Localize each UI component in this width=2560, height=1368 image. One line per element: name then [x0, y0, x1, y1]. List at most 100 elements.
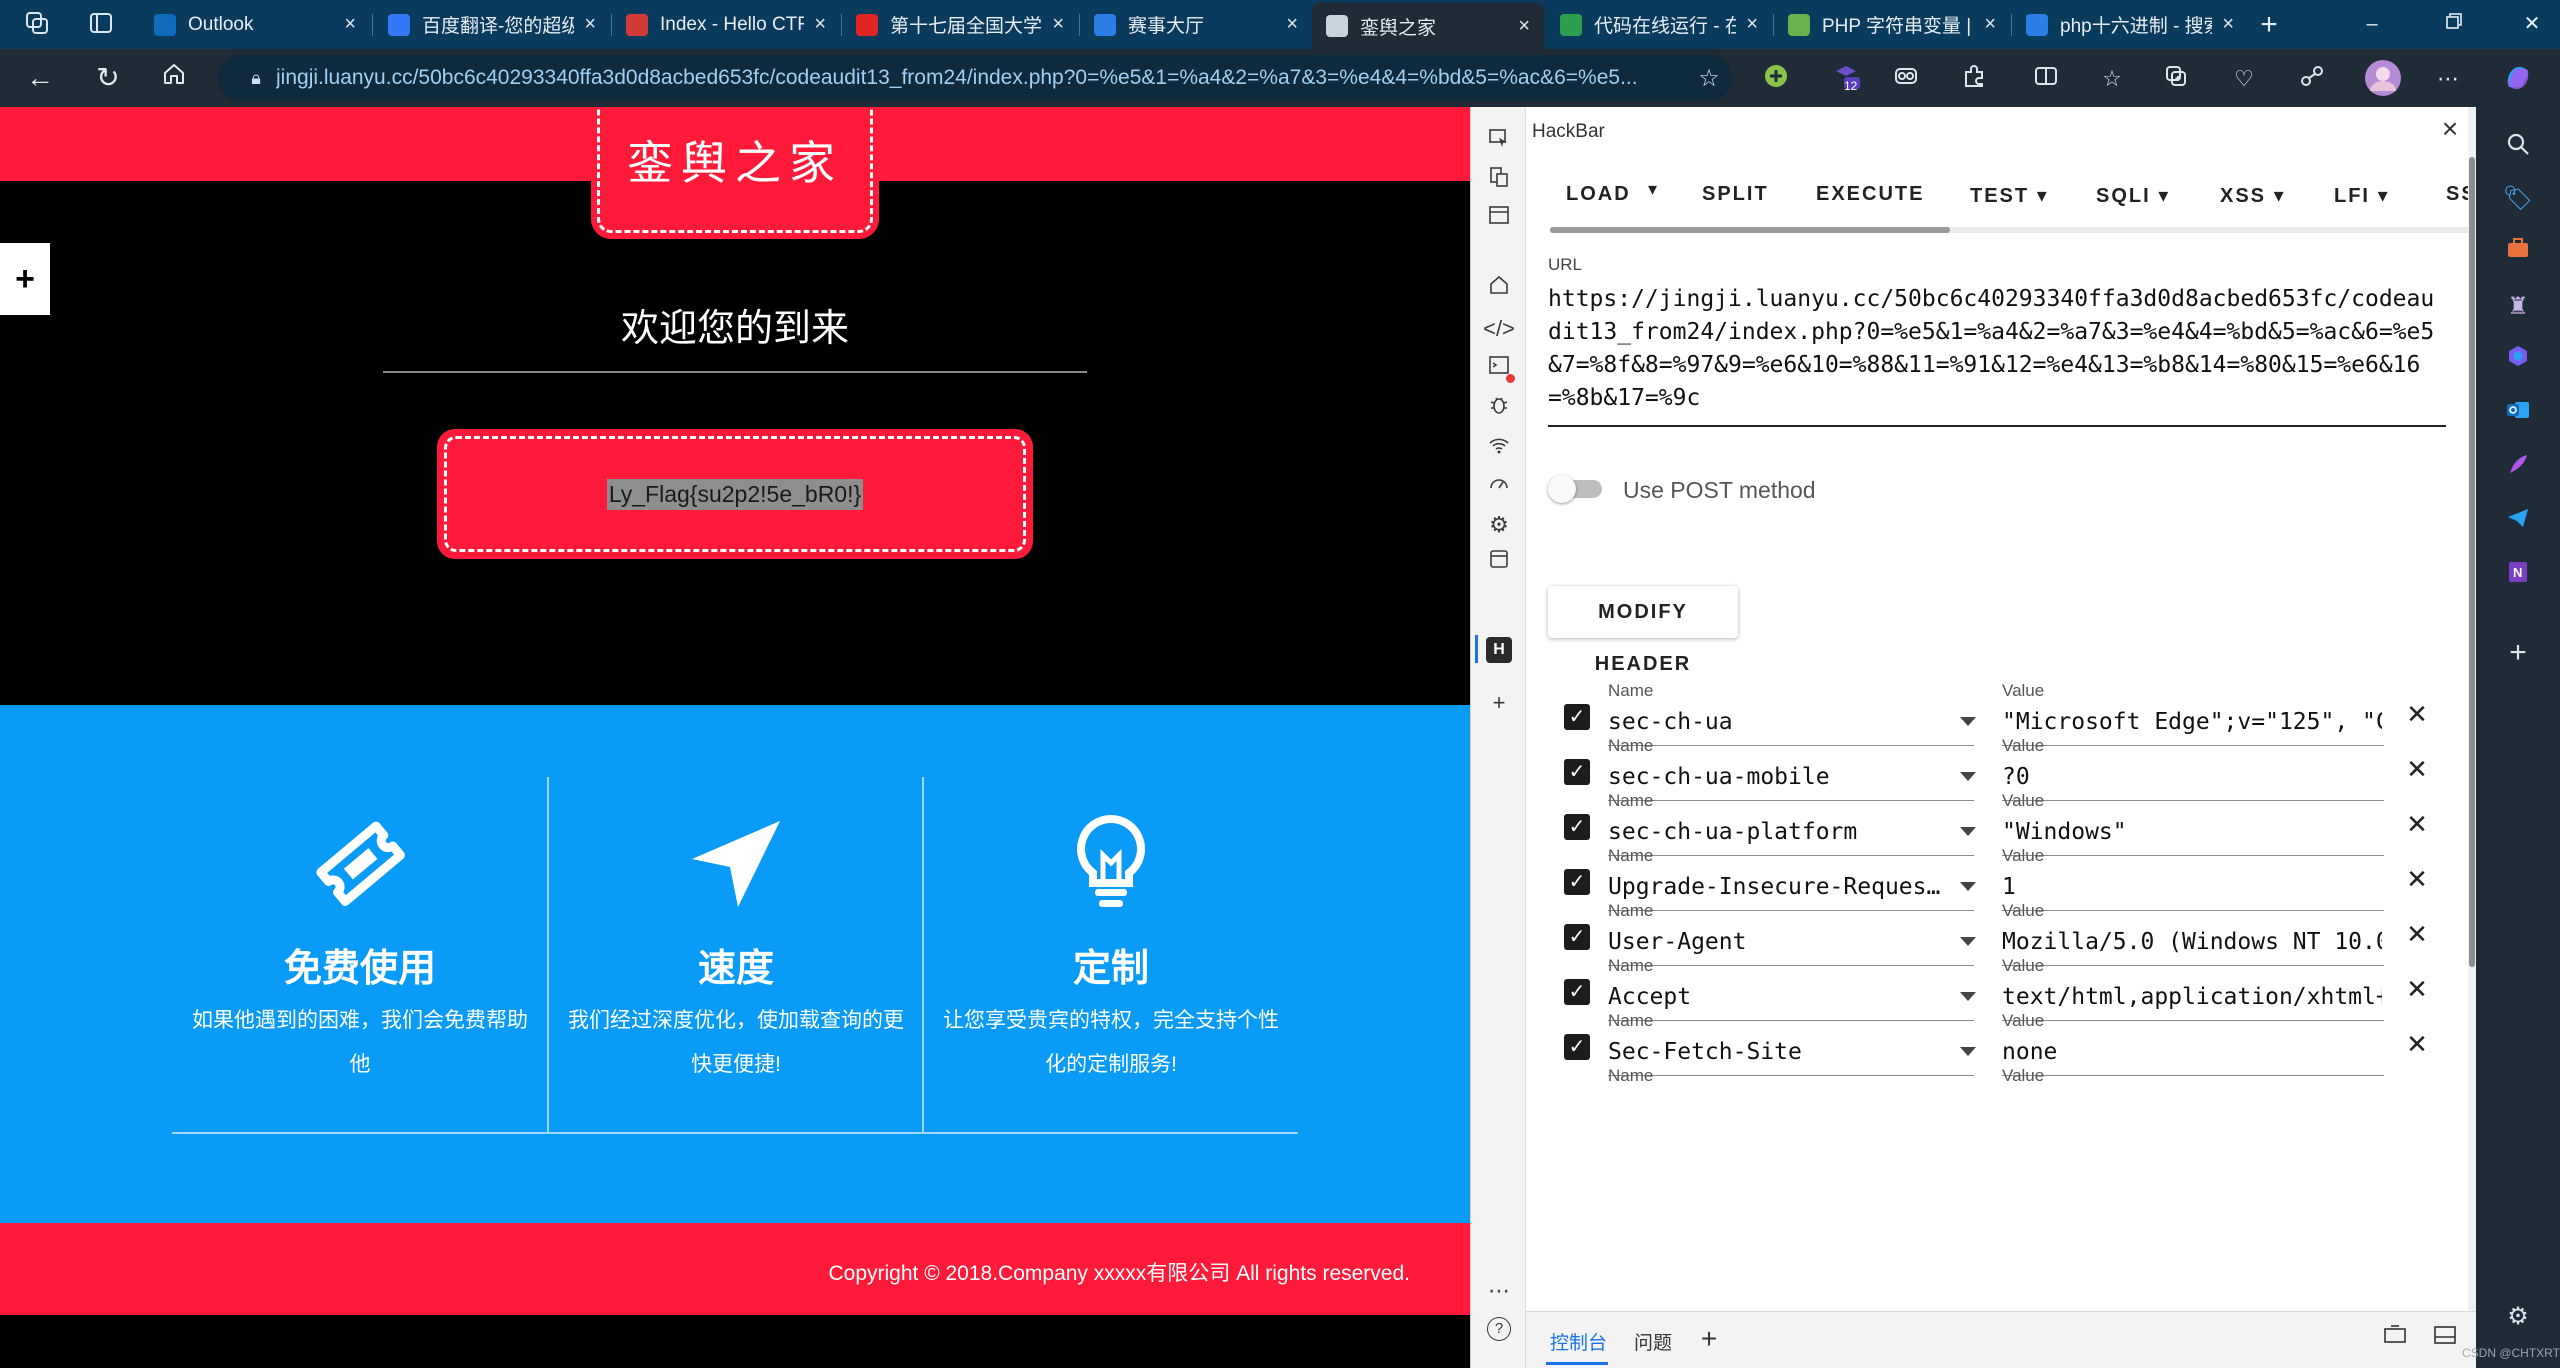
header-enabled-checkbox[interactable]: ✓ [1564, 759, 1590, 785]
memory-chip-icon[interactable]: ⚙ [1483, 509, 1515, 541]
tab-code-runner[interactable]: 代码在线运行 - 在线工具 × [1546, 4, 1772, 45]
games-chess-icon[interactable]: ♜ [2500, 289, 2536, 325]
post-method-toggle[interactable] [1548, 475, 1604, 503]
menu-scrollbar-thumb[interactable] [1550, 227, 1950, 233]
close-panel-icon[interactable]: × [2434, 113, 2466, 145]
remove-header-icon[interactable]: ✕ [2402, 974, 2432, 1004]
header-name-input[interactable]: Upgrade-Insecure-Requests [1608, 874, 1948, 900]
header-value-input[interactable]: "Windows" [2002, 819, 2382, 845]
header-name-input[interactable]: sec-ch-ua-platform [1608, 819, 1948, 845]
hackbar-scrollbar[interactable] [2468, 107, 2476, 1311]
header-name-input[interactable]: User-Agent [1608, 929, 1948, 955]
tab-close-icon[interactable]: × [1518, 15, 1530, 38]
remove-header-icon[interactable]: ✕ [2402, 1029, 2432, 1059]
restore-icon[interactable] [2434, 6, 2474, 42]
header-enabled-checkbox[interactable]: ✓ [1564, 869, 1590, 895]
console-icon[interactable] [1483, 353, 1515, 385]
hackbar-scrollbar-thumb[interactable] [2469, 157, 2475, 967]
extension-plus-icon[interactable] [1760, 63, 1792, 95]
tab-hello-ctf[interactable]: Index - Hello CTF × [612, 4, 840, 45]
address-bar[interactable]: 🔒︎ jingji.luanyu.cc/50bc6c40293340ffa3d0… [218, 55, 1732, 101]
elements-code-icon[interactable]: </> [1483, 313, 1515, 345]
header-enabled-checkbox[interactable]: ✓ [1564, 1034, 1590, 1060]
tab-close-icon[interactable]: × [814, 13, 826, 36]
microsoft-365-icon[interactable] [2500, 343, 2536, 379]
application-panel-icon[interactable] [1483, 547, 1515, 579]
header-name-input[interactable]: sec-ch-ua [1608, 709, 1948, 735]
header-value-input[interactable]: text/html,application/xhtml+xml [2002, 984, 2382, 1010]
send-telegram-icon[interactable] [2500, 505, 2536, 541]
tab-close-icon[interactable]: × [2222, 13, 2234, 36]
header-value-input[interactable]: ?0 [2002, 764, 2382, 790]
tab-console[interactable]: 控制台 [1550, 1328, 1607, 1355]
header-name-input[interactable]: Accept [1608, 984, 1948, 1010]
remove-header-icon[interactable]: ✕ [2402, 864, 2432, 894]
url-textarea[interactable]: https://jingji.luanyu.cc/50bc6c40293340f… [1548, 283, 2448, 415]
remove-header-icon[interactable]: ✕ [2402, 809, 2432, 839]
sidebar-settings-icon[interactable]: ⚙ [2500, 1299, 2536, 1335]
tab-issues[interactable]: 问题 [1634, 1328, 1672, 1355]
tab-close-icon[interactable]: × [1984, 13, 1996, 36]
tab-close-icon[interactable]: × [344, 13, 356, 36]
remove-header-icon[interactable]: ✕ [2402, 699, 2432, 729]
tab-php-hex-search[interactable]: php十六进制 - 搜索 × [2012, 4, 2248, 45]
tab-competition-pdf[interactable]: 第十七届全国大学生信息安全竞赛 × [842, 4, 1078, 45]
load-button[interactable]: LOAD [1566, 183, 1631, 206]
tab-close-icon[interactable]: × [584, 13, 596, 36]
tools-briefcase-icon[interactable] [2500, 235, 2536, 271]
extensions-puzzle-icon[interactable] [1958, 63, 1990, 95]
outlook-icon[interactable] [2500, 397, 2536, 433]
tab-close-icon[interactable]: × [1052, 13, 1064, 36]
browser-essentials-icon[interactable]: ♡ [2228, 63, 2260, 95]
debugger-bug-icon[interactable] [1483, 393, 1515, 425]
profile-avatar[interactable] [2364, 59, 2402, 97]
favorite-star-icon[interactable]: ☆ [1686, 64, 1732, 93]
network-wifi-icon[interactable] [1483, 433, 1515, 465]
header-name-input[interactable]: sec-ch-ua-mobile [1608, 764, 1948, 790]
remove-header-icon[interactable]: ✕ [2402, 919, 2432, 949]
help-icon[interactable]: ? [1487, 1317, 1511, 1341]
welcome-panel-icon[interactable] [1483, 203, 1515, 235]
add-tool-icon[interactable]: + [1483, 687, 1515, 719]
menu-scrollbar[interactable] [1550, 227, 2474, 233]
designer-icon[interactable] [2500, 451, 2536, 487]
header-name-dropdown-icon[interactable] [1960, 717, 1976, 726]
tab-luanyu-active[interactable]: 銮舆之家 × [1312, 3, 1544, 49]
header-name-input[interactable]: Sec-Fetch-Site [1608, 1039, 1948, 1065]
home-icon[interactable] [154, 59, 194, 97]
tab-php-strings[interactable]: PHP 字符串变量 | 菜鸟教程 × [1774, 4, 2010, 45]
onenote-icon[interactable]: N [2500, 559, 2536, 595]
performance-gauge-icon[interactable] [1483, 471, 1515, 503]
favorites-icon[interactable]: ☆ [2096, 63, 2128, 95]
xss-menu[interactable]: XSS ▾ [2220, 183, 2286, 208]
tab-outlook[interactable]: Outlook × [140, 4, 370, 45]
modify-header-button[interactable]: MODIFY HEADER [1548, 586, 1738, 675]
split-button[interactable]: SPLIT [1702, 183, 1769, 206]
header-value-input[interactable]: 1 [2002, 874, 2382, 900]
minimize-icon[interactable]: – [2352, 6, 2392, 42]
inspect-element-icon[interactable] [1483, 127, 1515, 159]
load-dropdown-icon[interactable]: ▾ [1648, 179, 1659, 200]
copilot-icon[interactable] [2500, 61, 2536, 97]
search-icon[interactable] [2500, 131, 2536, 167]
tab-close-icon[interactable]: × [1746, 13, 1758, 36]
device-emulation-icon[interactable] [1483, 165, 1515, 197]
more-tools-icon[interactable]: ⋯ [1483, 1275, 1515, 1307]
header-enabled-checkbox[interactable]: ✓ [1564, 924, 1590, 950]
address-url[interactable]: jingji.luanyu.cc/50bc6c40293340ffa3d0d8a… [276, 66, 1686, 90]
dock-side-icon[interactable] [2380, 1324, 2410, 1354]
home-panel-icon[interactable] [1483, 273, 1515, 305]
back-arrow-icon[interactable]: ← [20, 59, 60, 97]
header-name-dropdown-icon[interactable] [1960, 772, 1976, 781]
extension-badge-icon[interactable]: 12 [1830, 63, 1862, 95]
header-name-dropdown-icon[interactable] [1960, 937, 1976, 946]
test-menu[interactable]: TEST ▾ [1970, 183, 2049, 208]
collections-icon[interactable] [2160, 63, 2192, 95]
shopping-tag-icon[interactable]: 🏷︎ [2500, 181, 2536, 217]
header-value-input[interactable]: Mozilla/5.0 (Windows NT 10.0; Win64; x64… [2002, 929, 2382, 955]
refresh-icon[interactable]: ↻ [88, 59, 128, 97]
header-value-input[interactable]: none [2002, 1039, 2382, 1065]
tab-event-hall[interactable]: 赛事大厅 × [1080, 4, 1312, 45]
workspaces-icon[interactable] [22, 10, 52, 40]
execute-button[interactable]: EXECUTE [1816, 183, 1924, 206]
